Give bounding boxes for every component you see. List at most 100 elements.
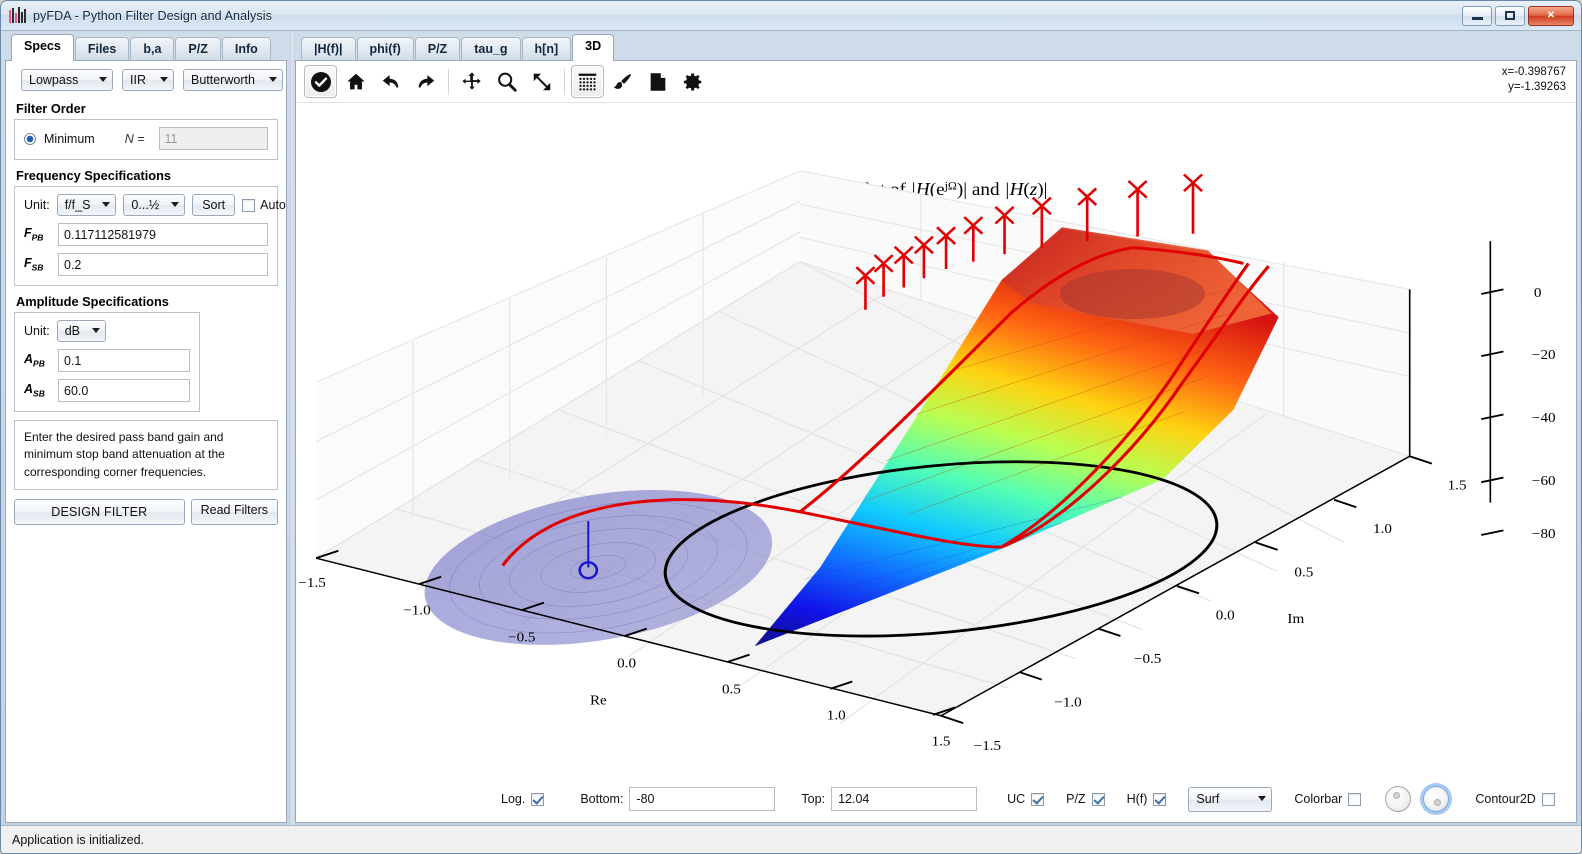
plot-mode-value: Surf (1196, 791, 1220, 806)
undo-icon[interactable] (374, 65, 407, 98)
fsb-input[interactable]: 0.2 (58, 253, 268, 276)
apb-input[interactable]: 0.1 (58, 349, 190, 372)
bottom-label: Bottom: (580, 792, 624, 806)
application-window: pyFDA - Python Filter Design and Analysi… (0, 0, 1582, 854)
filter-order-group: Minimum N = 11 (14, 119, 278, 160)
tab-group-delay[interactable]: tau_g (461, 37, 521, 62)
apb-label: APB (24, 352, 45, 369)
amplitude-unit-label: Unit: (24, 324, 50, 338)
uc-label: UC (1007, 792, 1026, 806)
asb-input[interactable]: 60.0 (58, 379, 190, 402)
pan-icon[interactable] (455, 65, 488, 98)
elevation-dial[interactable] (1385, 786, 1412, 812)
settings-icon[interactable] (676, 65, 709, 98)
y-tick-6: 1.5 (1448, 478, 1467, 493)
specs-panel: Lowpass IIR Butterworth Filter Order Min… (5, 60, 287, 823)
title-bar: pyFDA - Python Filter Design and Analysi… (1, 1, 1581, 31)
order-n-field[interactable]: 11 (158, 127, 268, 150)
coordinate-x: x=-0.398767 (1501, 66, 1566, 78)
frequency-unit-select[interactable]: f/f_S (56, 194, 117, 216)
filter-class-select[interactable]: IIR (122, 69, 174, 91)
pz-checkbox[interactable]: P/Z (1066, 792, 1105, 806)
z-axis: 0 −20 −40 −60 −80 (1481, 285, 1556, 542)
design-method-select[interactable]: Butterworth (183, 69, 283, 91)
tab-poles-zeros[interactable]: P/Z (414, 37, 461, 62)
contour2d-label: Contour2D (1475, 792, 1536, 806)
plot-canvas[interactable]: 3D-Plot of |H(ejΩ)| and |H(z)| (296, 104, 1576, 776)
amplitude-unit-value: dB (64, 323, 80, 338)
resize-icon[interactable] (525, 65, 558, 98)
filter-order-title: Filter Order (16, 101, 86, 116)
read-filters-button[interactable]: Read Filters (190, 499, 278, 526)
brush-icon[interactable] (606, 65, 639, 98)
left-tab-bar: Specs Files b,a P/Z Info (5, 33, 287, 62)
x-tick-6: 1.5 (932, 734, 951, 749)
y-tick-3: 0.0 (1216, 608, 1235, 623)
z-tick-4: −80 (1532, 526, 1556, 541)
home-icon[interactable] (339, 65, 372, 98)
window-controls: ✕ (1462, 5, 1581, 26)
toolbar-separator (448, 68, 449, 95)
frequency-range-select[interactable]: 0...½ (123, 194, 186, 216)
tab-pz[interactable]: P/Z (175, 37, 221, 62)
grid-icon[interactable] (571, 65, 604, 98)
tab-ba[interactable]: b,a (130, 37, 175, 62)
apb-row: APB 0.1 (24, 349, 190, 372)
uc-checkbox[interactable]: UC (1007, 792, 1045, 806)
frequency-range-value: 0...½ (131, 197, 160, 212)
maximize-button[interactable] (1495, 5, 1525, 26)
frequency-spec-title: Frequency Specifications (16, 168, 172, 183)
tab-3d[interactable]: 3D (572, 34, 615, 61)
amplitude-unit-select[interactable]: dB (56, 320, 106, 342)
chevron-down-icon (102, 202, 111, 207)
auto-checkbox-box (242, 198, 256, 212)
app-logo-icon (9, 6, 27, 25)
redo-icon[interactable] (409, 65, 442, 98)
top-field-group: Top: 12.04 (801, 787, 978, 811)
tab-specs[interactable]: Specs (11, 34, 74, 61)
tab-info[interactable]: Info (221, 37, 271, 62)
coordinate-readout: x=-0.398767 y=-1.39263 (1502, 65, 1566, 95)
fpb-label: FPB (24, 226, 44, 243)
x-tick-1: −1.0 (403, 603, 430, 618)
plot-panel: x=-0.398767 y=-1.39263 |H(ejΩ)| and |H(z… (295, 60, 1577, 823)
toolbar-separator (564, 68, 565, 95)
frequency-unit-value: f/f_S (64, 197, 91, 212)
sort-button[interactable]: Sort (192, 194, 236, 216)
tab-phase[interactable]: phi(f) (356, 37, 414, 62)
top-input[interactable]: 12.04 (831, 787, 978, 811)
x-axis-label: Re (590, 693, 607, 708)
pz-checkbox-box (1091, 792, 1105, 806)
z-tick-0: 0 (1534, 285, 1542, 300)
design-filter-button[interactable]: DESIGN FILTER (14, 499, 185, 526)
check-icon[interactable] (304, 65, 337, 98)
close-button[interactable]: ✕ (1528, 5, 1574, 26)
plot-mode-select[interactable]: Surf (1188, 786, 1273, 812)
auto-checkbox-label: Auto (260, 198, 286, 212)
amplitude-unit-row: Unit: dB (24, 320, 190, 342)
minimum-order-radio[interactable] (24, 132, 36, 145)
tab-files[interactable]: Files (74, 37, 130, 62)
hf-checkbox[interactable]: H(f) (1127, 792, 1167, 806)
minimize-button[interactable] (1462, 5, 1492, 26)
chevron-down-icon (171, 202, 180, 207)
chevron-down-icon (269, 77, 277, 82)
colorbar-checkbox[interactable]: Colorbar (1294, 792, 1362, 806)
bottom-input[interactable]: -80 (629, 787, 776, 811)
hf-checkbox-box (1153, 792, 1167, 806)
response-type-select[interactable]: Lowpass (21, 69, 113, 91)
fpb-input[interactable]: 0.117112581979 (58, 223, 268, 246)
auto-checkbox[interactable]: Auto (242, 198, 286, 212)
response-type-value: Lowpass (29, 72, 79, 87)
contour2d-checkbox[interactable]: Contour2D (1475, 792, 1555, 806)
asb-row: ASB 60.0 (24, 379, 190, 402)
x-tick-5: 1.0 (827, 708, 846, 723)
azimuth-dial[interactable] (1423, 786, 1450, 812)
log-label: Log. (501, 792, 526, 806)
save-icon[interactable] (641, 65, 674, 98)
zoom-icon[interactable] (490, 65, 523, 98)
tab-impulse[interactable]: h[n] (521, 37, 572, 62)
tab-magnitude[interactable]: |H(f)| (301, 37, 356, 62)
frequency-unit-label: Unit: (24, 198, 50, 212)
log-checkbox[interactable]: Log. (501, 792, 545, 806)
